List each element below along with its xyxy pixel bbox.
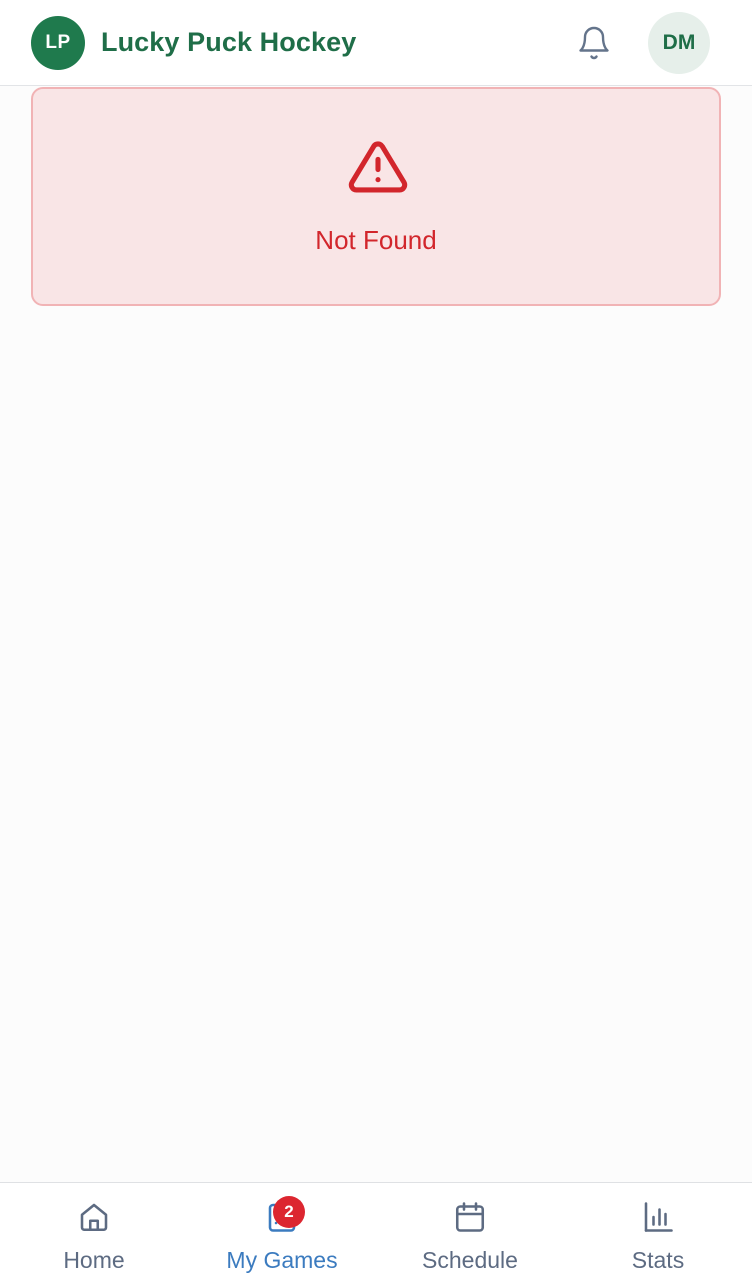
nav-home-label: Home xyxy=(63,1247,125,1273)
user-avatar[interactable]: DM xyxy=(648,12,710,74)
bell-icon xyxy=(579,26,609,60)
bottom-nav: Home My Games Schedule Stats xyxy=(0,1182,752,1280)
my-games-badge: 2 xyxy=(273,1196,305,1228)
error-message: Not Found xyxy=(315,225,437,255)
nav-schedule-label: Schedule xyxy=(422,1247,518,1273)
nav-schedule[interactable]: Schedule xyxy=(376,1183,564,1280)
nav-stats[interactable]: Stats xyxy=(564,1183,752,1280)
home-icon xyxy=(80,1203,108,1232)
error-card: Not Found xyxy=(31,87,721,306)
nav-my-games-label: My Games xyxy=(226,1247,338,1273)
nav-home[interactable]: Home xyxy=(0,1183,188,1280)
nav-stats-label: Stats xyxy=(631,1247,685,1273)
notifications-button[interactable] xyxy=(573,22,615,64)
app-root: LP Lucky Puck Hockey DM Not Found Home M… xyxy=(0,0,752,1280)
app-title: Lucky Puck Hockey xyxy=(101,27,357,57)
top-header: LP Lucky Puck Hockey DM xyxy=(0,0,752,86)
calendar-icon xyxy=(455,1202,485,1232)
team-logo[interactable]: LP xyxy=(31,16,85,70)
warning-icon xyxy=(348,141,408,193)
bar-chart-icon xyxy=(644,1202,673,1232)
